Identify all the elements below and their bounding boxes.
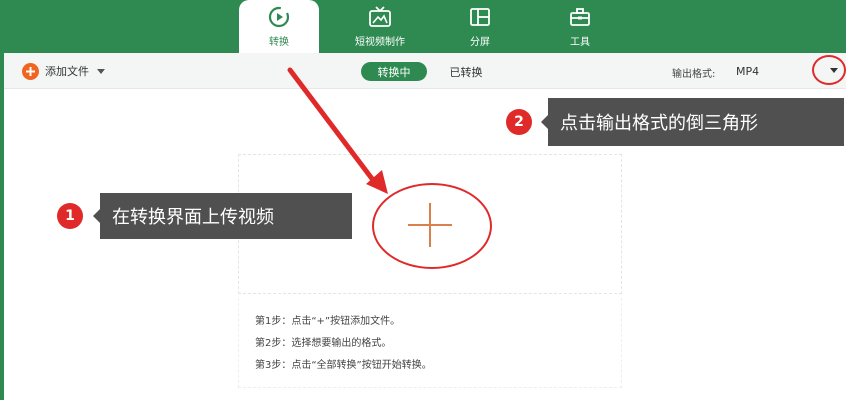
step-badge: 1: [57, 203, 83, 229]
toolbar: 添加文件 转换中 已转换 输出格式: MP4: [0, 53, 846, 89]
highlight-ellipse: [372, 183, 492, 269]
converted-tab[interactable]: 已转换: [437, 62, 495, 81]
callout-text: 在转换界面上传视频: [112, 207, 274, 228]
top-nav-bar: 转换 短视频制作 分屏 工具: [0, 0, 846, 53]
convert-icon: [266, 5, 292, 29]
step-badge: 2: [506, 109, 532, 135]
add-icon: [22, 62, 39, 80]
tab-label: 短视频制作: [355, 37, 405, 48]
instruction-step: 第2步：选择想要输出的格式。: [255, 338, 392, 349]
highlight-ellipse: [812, 55, 846, 85]
instruction-step: 第3步：点击“全部转换”按钮开始转换。: [255, 360, 432, 371]
tab-split-screen[interactable]: 分屏: [440, 0, 520, 53]
caret-down-icon[interactable]: [97, 68, 105, 74]
tab-convert[interactable]: 转换: [239, 0, 319, 53]
left-border: [0, 53, 4, 400]
output-format-select[interactable]: MP4: [728, 61, 824, 81]
add-file-label: 添加文件: [45, 65, 89, 78]
tab-label: 工具: [570, 37, 590, 48]
tab-label: 转换: [269, 37, 289, 48]
callout-text: 点击输出格式的倒三角形: [560, 113, 758, 134]
instructions-panel: 第1步：点击“+”按钮添加文件。 第2步：选择想要输出的格式。 第3步：点击“全…: [238, 298, 622, 388]
converting-tab[interactable]: 转换中: [361, 62, 427, 81]
tab-tools[interactable]: 工具: [540, 0, 620, 53]
tab-short-video[interactable]: 短视频制作: [338, 0, 422, 53]
tv-icon: [367, 5, 393, 29]
add-file-button[interactable]: 添加文件: [22, 62, 105, 80]
output-format-label: 输出格式:: [672, 69, 716, 80]
tab-label: 分屏: [470, 37, 490, 48]
annotation-callout: 点击输出格式的倒三角形: [541, 98, 844, 146]
toolbox-icon: [567, 5, 593, 29]
split-screen-icon: [467, 5, 493, 29]
annotation-callout: 在转换界面上传视频: [93, 193, 352, 239]
instruction-step: 第1步：点击“+”按钮添加文件。: [255, 316, 401, 327]
